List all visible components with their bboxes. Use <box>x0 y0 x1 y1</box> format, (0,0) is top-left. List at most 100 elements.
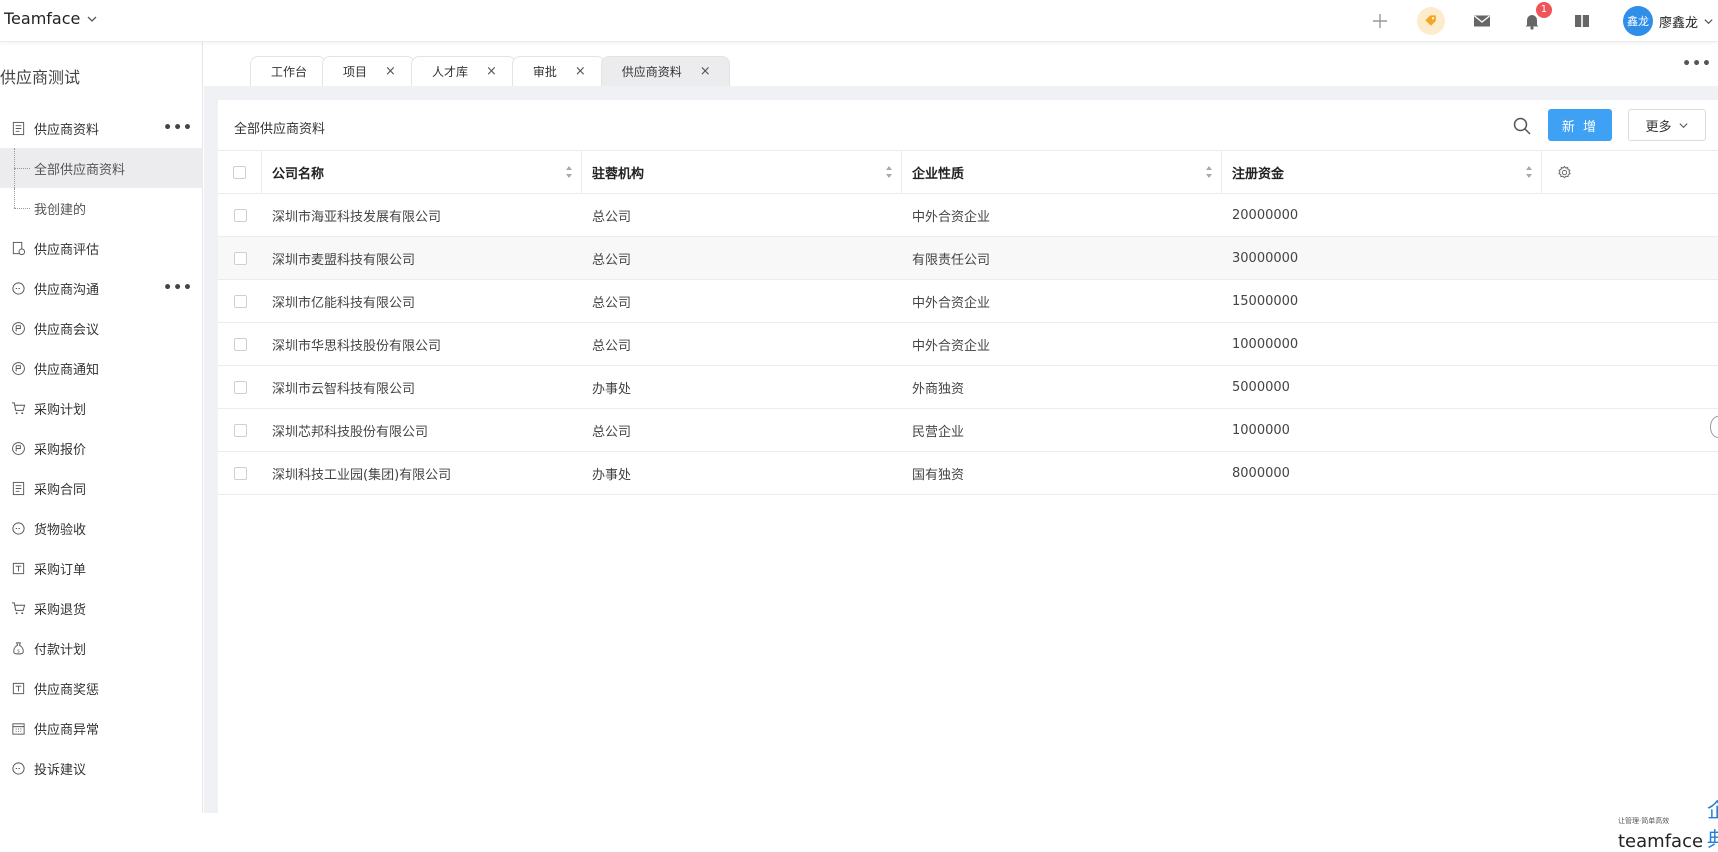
tab-supplier-info[interactable]: 供应商资料 × <box>600 56 730 86</box>
row-checkbox[interactable] <box>233 251 247 265</box>
table-row[interactable]: 深圳市云智科技有限公司 办事处 外商独资 5000000 <box>218 366 1718 409</box>
table-row[interactable]: 深圳市海亚科技发展有限公司 总公司 中外合资企业 20000000 <box>218 194 1718 237</box>
app-switcher[interactable]: Teamface <box>4 9 98 28</box>
user-name: 廖鑫龙 <box>1658 15 1698 31</box>
search-icon[interactable] <box>1512 116 1536 140</box>
more-icon[interactable]: ••• <box>163 280 193 296</box>
sidebar-item-supplier-notice[interactable]: 供应商通知 <box>0 348 203 388</box>
cell-company: 深圳市华思科技股份有限公司 <box>272 338 442 354</box>
table-row[interactable]: 深圳市华思科技股份有限公司 总公司 中外合资企业 10000000 <box>218 323 1718 366</box>
book-icon[interactable] <box>1569 8 1595 34</box>
row-checkbox[interactable] <box>233 337 247 351</box>
sidebar-item-supplier-info[interactable]: 供应商资料 ••• <box>0 108 203 148</box>
cell-nature: 中外合资企业 <box>912 295 991 311</box>
column-settings[interactable] <box>1542 151 1586 193</box>
sort-icon[interactable] <box>885 165 893 179</box>
top-bar: Teamface 1 鑫龙 廖鑫龙 <box>0 0 1718 42</box>
sidebar-item-supplier-reward[interactable]: 供应商奖惩 <box>0 668 203 708</box>
column-header-branch[interactable]: 驻蓉机构 <box>582 151 902 193</box>
cell-capital: 15000000 <box>1232 293 1299 309</box>
tab-talent-pool[interactable]: 人才库 × <box>410 56 516 86</box>
sidebar-item-goods-acceptance[interactable]: 货物验收 <box>0 508 203 548</box>
chevron-down-icon <box>1678 122 1688 128</box>
gear-icon[interactable] <box>1557 165 1572 180</box>
sidebar-item-supplier-exception[interactable]: 供应商异常 <box>0 708 203 748</box>
document-icon <box>10 120 26 136</box>
calendar-icon <box>10 720 26 736</box>
close-icon[interactable]: × <box>385 64 396 79</box>
tab-workbench[interactable]: 工作台 <box>250 56 327 86</box>
notice-icon <box>10 360 26 376</box>
mail-icon[interactable] <box>1469 8 1495 34</box>
cell-branch: 总公司 <box>592 209 632 225</box>
row-checkbox[interactable] <box>233 294 247 308</box>
cell-nature: 有限责任公司 <box>912 252 991 268</box>
tag-icon[interactable] <box>1416 7 1445 35</box>
cell-capital: 30000000 <box>1232 250 1299 266</box>
row-checkbox[interactable] <box>233 423 247 437</box>
sidebar-item-supplier-evaluation[interactable]: 供应商评估 <box>0 228 203 268</box>
close-icon[interactable]: × <box>575 64 586 79</box>
main-area: 全部供应商资料 新 增 更多 公司名称 驻蓉机构 企业性质 注册资金 深圳市海亚… <box>204 86 1718 852</box>
sidebar-item-purchase-contract[interactable]: 采购合同 <box>0 468 203 508</box>
cell-branch: 办事处 <box>592 381 632 397</box>
cell-capital: 5000000 <box>1232 379 1290 395</box>
bell-icon[interactable]: 1 <box>1519 2 1552 34</box>
sidebar-item-purchase-quote[interactable]: 采购报价 <box>0 428 203 468</box>
chevron-down-icon <box>87 16 97 22</box>
more-dropdown-button[interactable]: 更多 <box>1628 109 1706 141</box>
column-header-nature[interactable]: 企业性质 <box>902 151 1222 193</box>
sort-icon[interactable] <box>1525 165 1533 179</box>
table-row[interactable]: 深圳科技工业园(集团)有限公司 办事处 国有独资 8000000 <box>218 452 1718 495</box>
acceptance-icon <box>10 520 26 536</box>
add-button[interactable]: 新 增 <box>1548 109 1612 141</box>
cell-company: 深圳科技工业园(集团)有限公司 <box>272 467 452 483</box>
row-checkbox[interactable] <box>233 208 247 222</box>
chevron-down-icon <box>1704 18 1713 24</box>
meeting-icon <box>10 320 26 336</box>
order-icon <box>10 560 26 576</box>
table-header: 公司名称 驻蓉机构 企业性质 注册资金 <box>218 150 1718 194</box>
column-header-capital[interactable]: 注册资金 <box>1222 151 1542 193</box>
cell-branch: 总公司 <box>592 252 632 268</box>
page-title: 全部供应商资料 <box>234 122 326 137</box>
user-menu[interactable]: 鑫龙 廖鑫龙 <box>1622 6 1714 36</box>
sort-icon[interactable] <box>1205 165 1213 179</box>
cell-company: 深圳市亿能科技有限公司 <box>272 295 416 311</box>
sidebar-item-purchase-plan[interactable]: 采购计划 <box>0 388 203 428</box>
column-header-company[interactable]: 公司名称 <box>262 151 582 193</box>
cell-branch: 总公司 <box>592 338 632 354</box>
tab-approval[interactable]: 审批 × <box>511 56 605 86</box>
more-icon[interactable]: ••• <box>163 120 193 136</box>
tab-projects[interactable]: 项目 × <box>322 56 415 86</box>
cell-capital: 1000000 <box>1232 422 1290 438</box>
sidebar-subitem-all-suppliers[interactable]: 全部供应商资料 <box>0 148 203 188</box>
sidebar-subitem-created-by-me[interactable]: 我创建的 <box>0 188 203 228</box>
sidebar-item-supplier-communication[interactable]: 供应商沟通 ••• <box>0 268 203 308</box>
tab-bar: 工作台 项目 × 人才库 × 审批 × 供应商资料 × ••• <box>204 42 1718 86</box>
row-checkbox[interactable] <box>233 466 247 480</box>
table-row[interactable]: 深圳市亿能科技有限公司 总公司 中外合资企业 15000000 <box>218 280 1718 323</box>
table-row[interactable]: 深圳市麦盟科技有限公司 总公司 有限责任公司 30000000 <box>218 237 1718 280</box>
app-name: Teamface <box>4 9 81 28</box>
evaluate-icon <box>10 240 26 256</box>
sidebar-item-complaint-suggestion[interactable]: 投诉建议 <box>0 748 203 788</box>
close-icon[interactable]: × <box>700 64 711 79</box>
table-row[interactable]: 深圳芯邦科技股份有限公司 总公司 民营企业 1000000 <box>218 409 1718 452</box>
cell-branch: 办事处 <box>592 467 632 483</box>
close-icon[interactable]: × <box>486 64 497 79</box>
plus-icon[interactable] <box>1367 8 1393 34</box>
cell-nature: 国有独资 <box>912 467 965 483</box>
chat-icon <box>10 280 26 296</box>
cell-company: 深圳芯邦科技股份有限公司 <box>272 424 429 440</box>
supplier-table: 公司名称 驻蓉机构 企业性质 注册资金 深圳市海亚科技发展有限公司 总公司 中外… <box>218 150 1718 495</box>
tabs-more-icon[interactable]: ••• <box>1682 56 1712 72</box>
sort-icon[interactable] <box>565 165 573 179</box>
sidebar-item-purchase-order[interactable]: 采购订单 <box>0 548 203 588</box>
row-checkbox[interactable] <box>233 380 247 394</box>
sidebar-item-payment-plan[interactable]: $ 付款计划 <box>0 628 203 668</box>
select-all-checkbox[interactable] <box>233 165 246 179</box>
list-panel: 全部供应商资料 新 增 更多 公司名称 驻蓉机构 企业性质 注册资金 深圳市海亚… <box>218 100 1718 852</box>
sidebar-item-supplier-meeting[interactable]: 供应商会议 <box>0 308 203 348</box>
sidebar-item-purchase-return[interactable]: 采购退货 <box>0 588 203 628</box>
